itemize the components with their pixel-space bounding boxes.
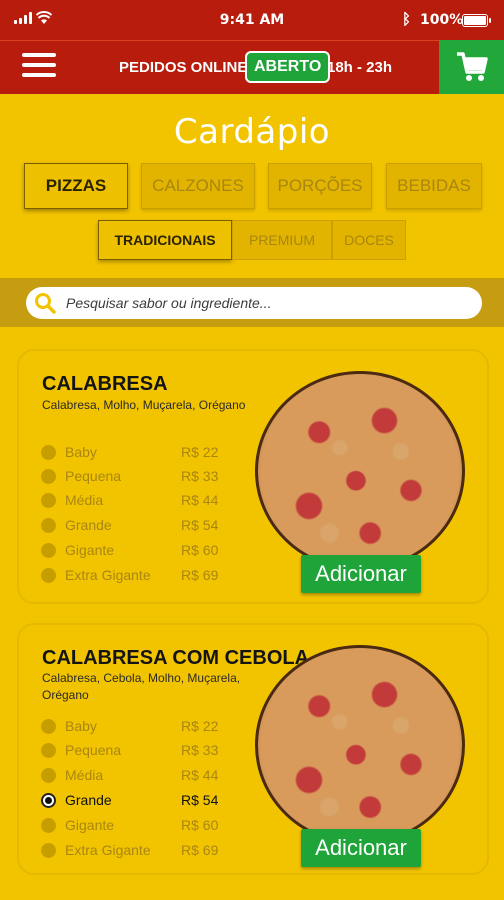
size-option-extra-gigante[interactable]: Extra Gigante R$ 69	[41, 840, 221, 860]
size-price: R$ 44	[181, 767, 219, 783]
product-description: Calabresa, Molho, Muçarela, Orégano	[42, 398, 246, 412]
status-badge: ABERTO	[245, 51, 331, 83]
size-option-media[interactable]: Média R$ 44	[41, 765, 221, 785]
search-input[interactable]	[66, 287, 466, 319]
subtab-doces[interactable]: DOCES	[332, 220, 406, 260]
size-option-baby[interactable]: Baby R$ 22	[41, 442, 221, 462]
size-price: R$ 60	[181, 817, 219, 833]
radio-button[interactable]	[41, 445, 56, 460]
size-price: R$ 69	[181, 842, 219, 858]
search-icon	[35, 293, 56, 314]
tab-bebidas[interactable]: BEBIDAS	[386, 163, 482, 209]
size-price: R$ 44	[181, 492, 219, 508]
search-bar	[0, 278, 504, 327]
size-price: R$ 33	[181, 742, 219, 758]
radio-button[interactable]	[41, 719, 56, 734]
size-option-grande[interactable]: Grande R$ 54	[41, 515, 221, 535]
pedidos-online-label: PEDIDOS ONLINE	[119, 59, 248, 76]
radio-button[interactable]	[41, 743, 56, 758]
cart-button[interactable]	[439, 40, 504, 94]
size-price: R$ 54	[181, 517, 219, 533]
size-label: Pequena	[65, 742, 122, 758]
radio-button[interactable]	[41, 518, 56, 533]
size-label: Média	[65, 492, 104, 508]
size-price: R$ 33	[181, 468, 219, 484]
opening-hours: 18h - 23h	[327, 59, 393, 76]
size-label: Gigante	[65, 817, 115, 833]
size-option-gigante[interactable]: Gigante R$ 60	[41, 540, 221, 560]
subtab-premium[interactable]: PREMIUM	[232, 220, 332, 260]
size-label: Grande	[65, 792, 112, 808]
size-option-extra-gigante[interactable]: Extra Gigante R$ 69	[41, 565, 221, 585]
size-option-pequena[interactable]: Pequena R$ 33	[41, 466, 221, 486]
size-price: R$ 69	[181, 567, 219, 583]
page-title: Cardápio	[173, 112, 331, 152]
tab-pizzas[interactable]: PIZZAS	[24, 163, 128, 209]
tab-porcoes[interactable]: PORÇÕES	[268, 163, 372, 209]
product-card-calabresa: CALABRESA Calabresa, Molho, Muçarela, Or…	[18, 350, 488, 603]
radio-button-selected[interactable]	[41, 793, 56, 808]
radio-button[interactable]	[41, 568, 56, 583]
product-name: CALABRESA COM CEBOLA	[42, 647, 310, 669]
pizza-image	[255, 645, 465, 845]
hamburger-icon[interactable]	[22, 53, 56, 81]
radio-button[interactable]	[41, 843, 56, 858]
size-label: Pequena	[65, 468, 122, 484]
status-bar: 9:41 AM ᛒ 100%	[0, 0, 504, 40]
size-label: Gigante	[65, 542, 115, 558]
bluetooth-icon: ᛒ	[402, 10, 412, 28]
size-price: R$ 22	[181, 718, 219, 734]
app-header: PEDIDOS ONLINE ABERTO 18h - 23h	[0, 40, 504, 94]
size-label: Extra Gigante	[65, 567, 151, 583]
size-price: R$ 60	[181, 542, 219, 558]
subtab-tradicionais[interactable]: TRADICIONAIS	[98, 220, 232, 260]
size-option-gigante[interactable]: Gigante R$ 60	[41, 815, 221, 835]
battery-percent: 100%	[420, 12, 464, 28]
size-label: Grande	[65, 517, 112, 533]
size-option-pequena[interactable]: Pequena R$ 33	[41, 740, 221, 760]
size-option-grande[interactable]: Grande R$ 54	[41, 790, 221, 810]
size-price: R$ 22	[181, 444, 219, 460]
size-option-media[interactable]: Média R$ 44	[41, 490, 221, 510]
radio-button[interactable]	[41, 818, 56, 833]
size-option-baby[interactable]: Baby R$ 22	[41, 716, 221, 736]
size-label: Baby	[65, 718, 97, 734]
battery-icon	[462, 14, 491, 27]
add-to-cart-button[interactable]: Adicionar	[301, 829, 421, 867]
size-label: Média	[65, 767, 104, 783]
product-card-calabresa-com-cebola: CALABRESA COM CEBOLA Calabresa, Cebola, …	[18, 624, 488, 874]
size-price: R$ 54	[181, 792, 219, 808]
product-description: Calabresa, Cebola, Molho, Muçarela, Orég…	[42, 671, 241, 702]
product-name: CALABRESA	[42, 373, 168, 395]
add-to-cart-button[interactable]: Adicionar	[301, 555, 421, 593]
pizza-image	[255, 371, 465, 571]
radio-button[interactable]	[41, 493, 56, 508]
cart-icon	[457, 52, 488, 81]
tab-calzones[interactable]: CALZONES	[141, 163, 255, 209]
radio-button[interactable]	[41, 543, 56, 558]
size-label: Baby	[65, 444, 97, 460]
radio-button[interactable]	[41, 469, 56, 484]
radio-button[interactable]	[41, 768, 56, 783]
size-label: Extra Gigante	[65, 842, 151, 858]
search-box	[26, 287, 482, 319]
